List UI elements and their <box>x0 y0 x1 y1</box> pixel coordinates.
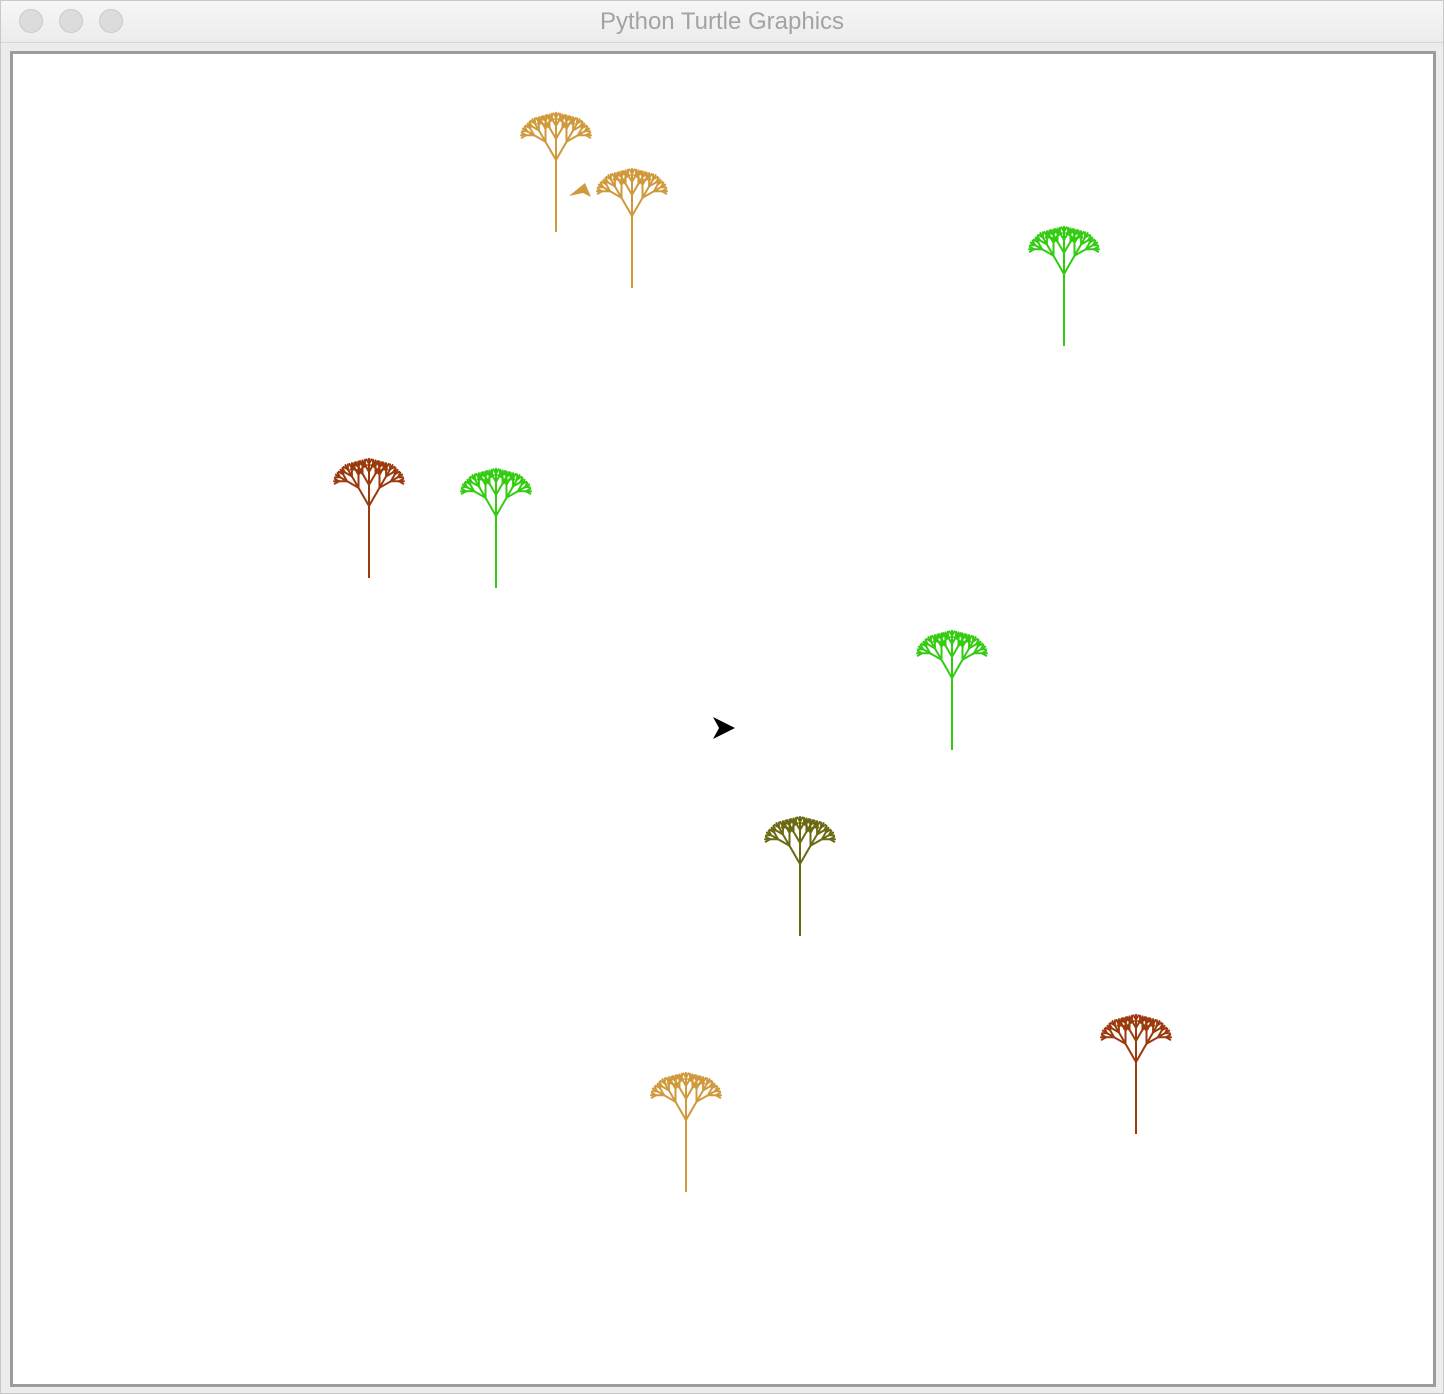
fractal-tree <box>650 1071 722 1192</box>
fractal-tree <box>916 629 988 750</box>
tree-branch <box>495 496 508 517</box>
tree-branch <box>788 844 801 865</box>
tree-branch <box>685 1100 698 1121</box>
fractal-tree <box>460 467 532 588</box>
fractal-tree <box>1100 1013 1172 1134</box>
tree-branch <box>620 196 633 217</box>
tree-branch <box>555 140 568 161</box>
turtle-arrow-icon <box>713 717 735 739</box>
tree-branch <box>1124 1042 1137 1063</box>
window-title: Python Turtle Graphics <box>599 8 845 35</box>
turtle-canvas[interactable] <box>10 51 1436 1387</box>
tree-branch <box>1135 1042 1148 1063</box>
tree-branch <box>940 658 953 679</box>
trees-layer <box>333 111 1172 1192</box>
tree-branch <box>357 486 370 507</box>
title-bar[interactable]: Python Turtle Graphics <box>1 1 1443 43</box>
tree-branch <box>631 196 644 217</box>
tree-branch <box>484 496 497 517</box>
tree-branch <box>674 1100 687 1121</box>
tree-branch <box>1063 254 1076 275</box>
tree-branch <box>951 658 964 679</box>
tree-branch <box>368 486 381 507</box>
tree-branch <box>799 844 812 865</box>
tree-branch <box>544 140 557 161</box>
stamp-arrow-icon <box>569 183 591 197</box>
fractal-tree <box>520 111 592 232</box>
fractal-tree <box>333 457 405 578</box>
fractal-tree <box>764 815 836 936</box>
turtle-window: Python Turtle Graphics <box>0 0 1444 1394</box>
fractal-tree <box>1028 225 1100 346</box>
drawing-surface[interactable] <box>13 54 1433 1384</box>
fractal-tree <box>596 167 668 288</box>
tree-branch <box>1052 254 1065 275</box>
